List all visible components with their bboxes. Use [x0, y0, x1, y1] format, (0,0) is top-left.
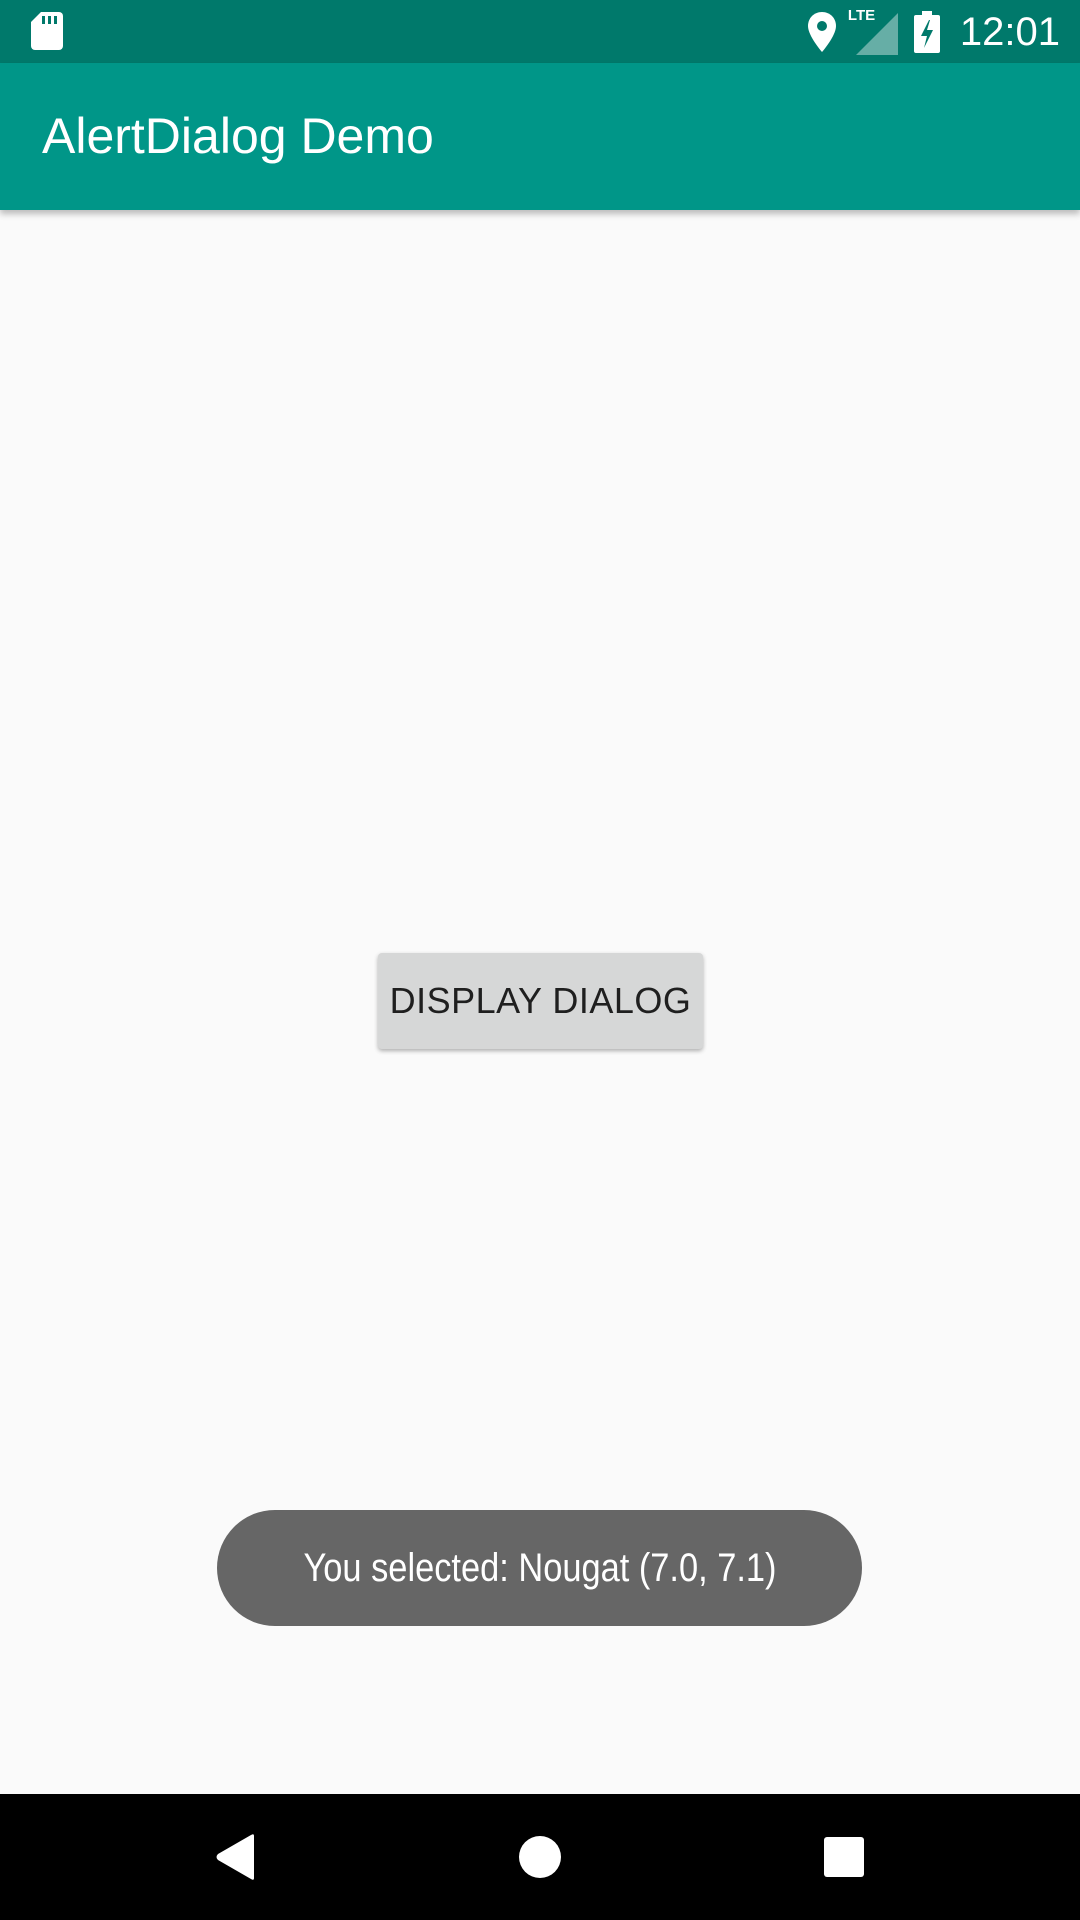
app-bar: AlertDialog Demo — [0, 63, 1080, 210]
sd-card-icon — [31, 12, 63, 50]
location-icon — [807, 12, 836, 52]
display-dialog-button[interactable]: DISPLAY DIALOG — [378, 953, 703, 1049]
navigation-bar — [0, 1794, 1080, 1920]
back-icon — [216, 1834, 254, 1880]
home-button[interactable] — [460, 1794, 620, 1920]
status-bar-left — [31, 12, 63, 55]
lte-signal-icon: LTE — [848, 7, 898, 55]
battery-charging-icon — [913, 11, 940, 53]
app-title: AlertDialog Demo — [42, 108, 434, 164]
recents-button[interactable] — [764, 1794, 924, 1920]
recents-icon — [824, 1837, 864, 1877]
toast-message: You selected: Nougat (7.0, 7.1) — [303, 1545, 776, 1590]
status-bar-right: LTE 12:01 — [807, 7, 1060, 56]
lte-label: LTE — [847, 7, 876, 24]
status-bar-time: 12:01 — [959, 10, 1060, 54]
status-bar: LTE 12:01 — [0, 0, 1080, 63]
home-icon — [519, 1836, 561, 1878]
back-button[interactable] — [156, 1794, 316, 1920]
toast: You selected: Nougat (7.0, 7.1) — [217, 1510, 862, 1626]
screen: LTE 12:01 AlertDialog Demo DISPLAY DIALO… — [0, 0, 1080, 1920]
